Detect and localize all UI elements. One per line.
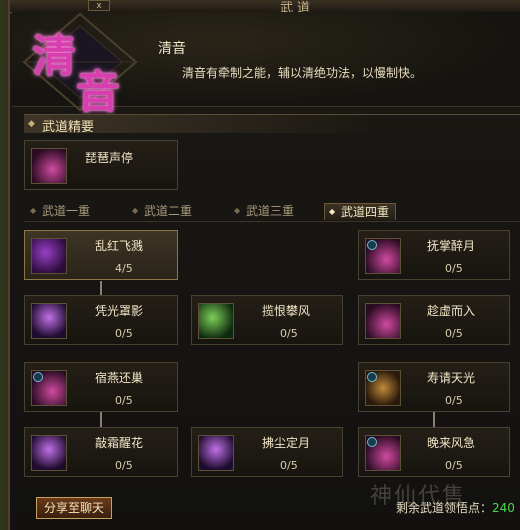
emblem-char-2: 音 (76, 67, 120, 118)
skill-name: 揽恨攀风 (262, 304, 311, 318)
badge-icon (367, 240, 377, 250)
exploit-icon (365, 303, 401, 339)
skill-level: 0/5 (445, 394, 463, 407)
share-to-chat-button[interactable]: 分享至聊天 (36, 497, 112, 519)
skill-card[interactable]: 凭光罩影 0/5 (24, 295, 178, 345)
tab-bullet-icon: ◆ (132, 206, 139, 215)
tab-tier-3[interactable]: ◆ 武道三重 (230, 203, 300, 220)
tab-tier-1[interactable]: ◆ 武道一重 (26, 203, 96, 220)
emblem-char-1: 清 (32, 31, 76, 82)
drunk-moon-icon (365, 238, 401, 274)
skill-name: 晚来风急 (427, 436, 476, 450)
skill-card[interactable]: 抚掌醉月 0/5 (358, 230, 510, 280)
diamond-icon: ◆ (28, 119, 35, 129)
skill-name: 宿燕还巢 (95, 371, 144, 385)
light-veil-icon (31, 303, 67, 339)
tab-bullet-icon: ◆ (234, 206, 241, 215)
tab-label: 武道二重 (144, 204, 193, 218)
tab-label: 武道四重 (341, 205, 390, 219)
whisk-moon-icon (198, 435, 234, 471)
tree-connector (100, 281, 102, 295)
skill-level: 4/5 (115, 262, 133, 275)
skill-name: 凭光罩影 (95, 304, 144, 318)
skill-name: 趁虚而入 (427, 304, 476, 318)
skill-level: 0/5 (115, 327, 133, 340)
window-left-border (0, 0, 8, 530)
swallow-nest-icon (31, 370, 67, 406)
skill-level: 0/5 (280, 459, 298, 472)
skill-level: 0/5 (115, 459, 133, 472)
wudao-window: x 武道 清 音 清音 清音有牵制之能，辅以清绝功法，以慢制快。 ◆ 武道精要 … (8, 0, 520, 530)
tab-tier-4[interactable]: ◆ 武道四重 (324, 203, 397, 220)
school-description: 清音有牵制之能，辅以清绝功法，以慢制快。 (182, 66, 423, 80)
sky-light-icon (365, 370, 401, 406)
skill-card[interactable]: 寿请天光 0/5 (358, 362, 510, 412)
close-button[interactable]: x (88, 0, 110, 11)
skill-name: 抚掌醉月 (427, 239, 476, 253)
essentials-heading-label: 武道精要 (42, 120, 95, 135)
skill-level: 0/5 (115, 394, 133, 407)
badge-icon (367, 437, 377, 447)
skill-card[interactable]: 宿燕还巢 0/5 (24, 362, 178, 412)
tab-tier-2[interactable]: ◆ 武道二重 (128, 203, 198, 220)
skill-card[interactable]: 趁虚而入 0/5 (358, 295, 510, 345)
wind-climb-icon (198, 303, 234, 339)
badge-icon (367, 372, 377, 382)
skill-name: 乱红飞溅 (95, 239, 144, 253)
pipa-icon (31, 148, 67, 184)
evening-wind-icon (365, 435, 401, 471)
tier-tabs: ◆ 武道一重 ◆ 武道二重 ◆ 武道三重 ◆ 武道四重 (24, 201, 520, 222)
scatter-red-icon (31, 238, 67, 274)
remaining-points: 剩余武道领悟点：240 (396, 499, 515, 516)
tree-connector (100, 412, 102, 427)
points-label: 剩余武道领悟点： (396, 501, 493, 515)
skill-level: 0/5 (445, 459, 463, 472)
points-value: 240 (492, 501, 515, 515)
tree-connector (433, 412, 435, 427)
tab-label: 武道一重 (42, 204, 91, 218)
skill-level: 0/5 (445, 262, 463, 275)
skill-level: 0/5 (445, 327, 463, 340)
tab-label: 武道三重 (246, 204, 295, 218)
tab-bullet-icon: ◆ (329, 207, 336, 216)
skill-card[interactable]: 拂尘定月 0/5 (191, 427, 343, 477)
skill-card[interactable]: 乱红飞溅 4/5 (24, 230, 178, 280)
badge-icon (33, 372, 43, 382)
frost-flower-icon (31, 435, 67, 471)
skill-name: 寿请天光 (427, 371, 476, 385)
school-emblem: 清 音 (18, 12, 142, 118)
skill-card[interactable]: 敲霜醒花 0/5 (24, 427, 178, 477)
tab-bullet-icon: ◆ (30, 206, 37, 215)
essentials-heading: ◆ 武道精要 (24, 114, 520, 135)
school-name: 清音 (158, 41, 186, 57)
skill-card[interactable]: 揽恨攀风 0/5 (191, 295, 343, 345)
essential-skill-name: 琵琶声停 (85, 151, 134, 165)
skill-name: 敲霜醒花 (95, 436, 144, 450)
skill-card[interactable]: 晚来风急 0/5 (358, 427, 510, 477)
skill-name: 拂尘定月 (262, 436, 311, 450)
school-header: 清 音 清音 清音有牵制之能，辅以清绝功法，以慢制快。 (12, 12, 520, 118)
skill-level: 0/5 (280, 327, 298, 340)
essential-skill-card[interactable]: 琵琶声停 (24, 140, 178, 190)
